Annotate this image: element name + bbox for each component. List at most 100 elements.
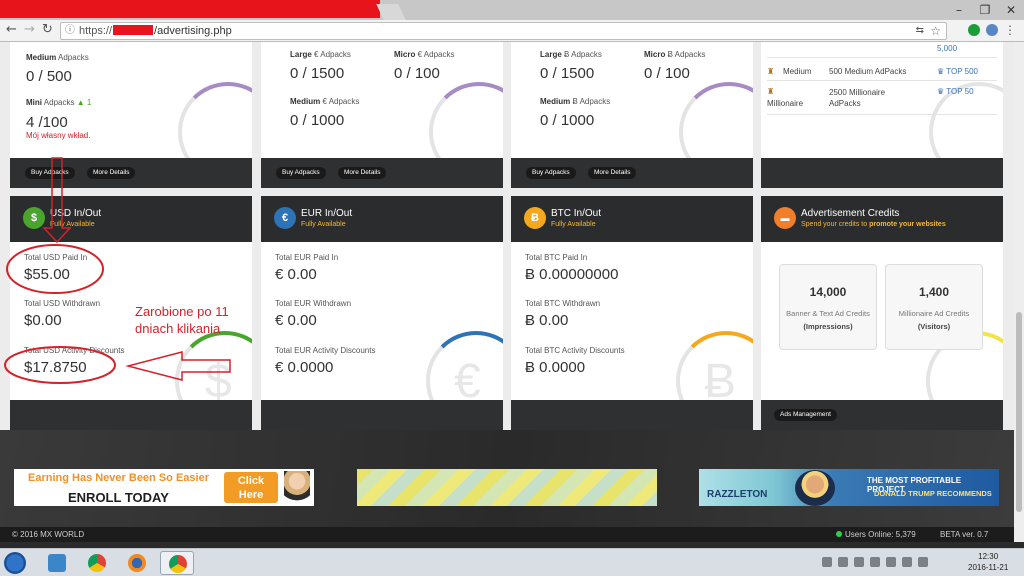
usd-paid-in-value: $55.00 — [24, 266, 70, 283]
online-dot-icon — [836, 531, 842, 537]
enroll-today-banner[interactable]: Earning Has Never Been So Easier ENROLL … — [14, 469, 314, 506]
media-player-icon — [48, 554, 66, 572]
more-details-button[interactable]: More Details — [87, 167, 136, 179]
eur-discounts-value: € 0.0000 — [275, 359, 334, 376]
minimize-button[interactable]: – — [946, 0, 972, 20]
new-tab-button[interactable] — [376, 4, 406, 20]
btc-paid-in-label: Total BTC Paid In — [525, 253, 588, 262]
adpacks-btc-footer: Buy Adpacks More Details — [511, 158, 753, 188]
bookmark-star-icon[interactable]: ☆ — [930, 23, 941, 39]
dollar-icon: $ — [23, 207, 45, 229]
page-content: Medium Adpacks 0 / 500 Mini Adpacks ▲ 1 … — [0, 42, 1014, 542]
trophy-icon: ♜ — [767, 87, 775, 96]
btc-withdrawn-value: Ƀ 0.00 — [525, 312, 569, 329]
razzleton-logo: RAZZLETON — [707, 489, 768, 500]
page-info-icon[interactable]: ⓘ — [65, 23, 75, 39]
address-bar[interactable]: ⓘ https:// /advertising.php ⇆ ☆ — [60, 22, 947, 40]
update-icon[interactable] — [854, 557, 864, 567]
windows-taskbar: 12:30 2016-11-21 — [0, 548, 1024, 576]
btc-card-header: Ƀ BTC In/Out Fully Available — [511, 196, 753, 242]
language-icon[interactable] — [918, 557, 928, 567]
eur-withdrawn-value: € 0.00 — [275, 312, 317, 329]
translate-icon[interactable]: ⇆ — [916, 23, 924, 39]
banner-credits-desc: Banner & Text Ad Credits (Impressions) — [786, 309, 870, 331]
taskbar-chrome-active[interactable] — [160, 551, 194, 575]
usd-card-subtitle: Fully Available — [50, 221, 95, 228]
tab-strip: – ❐ ✕ — [0, 0, 1024, 20]
maximize-button[interactable]: ❐ — [972, 0, 998, 20]
trophy-icon: ♜ — [767, 67, 775, 76]
users-online: Users Online: 5,379 — [836, 530, 916, 539]
eur-discounts-label: Total EUR Activity Discounts — [275, 346, 376, 355]
micro-btc-value: 0 / 100 — [644, 65, 690, 82]
adpacks-eur-footer: Buy Adpacks More Details — [261, 158, 503, 188]
buy-adpacks-button[interactable]: Buy Adpacks — [276, 167, 326, 179]
ad-credits-title: Advertisement Credits — [801, 208, 900, 219]
extension-green-icon[interactable] — [968, 24, 980, 36]
flag-icon[interactable] — [902, 557, 912, 567]
taskbar-chrome[interactable] — [80, 551, 114, 575]
enroll-banner-cta: ENROLL TODAY — [68, 490, 169, 505]
window-controls: – ❐ ✕ — [946, 0, 1024, 20]
eur-withdrawn-label: Total EUR Withdrawn — [275, 299, 352, 308]
menu-icon[interactable]: ⋮ — [1004, 23, 1016, 37]
more-details-button[interactable]: More Details — [338, 167, 387, 179]
ads-management-button[interactable]: Ads Management — [774, 409, 837, 421]
enroll-banner-headline: Earning Has Never Been So Easier — [28, 472, 209, 484]
btc-withdrawn-label: Total BTC Withdrawn — [525, 299, 601, 308]
scrollbar-thumb[interactable] — [1016, 312, 1022, 512]
euro-icon: € — [274, 207, 296, 229]
trophy-blue-icon: ♛ — [937, 87, 945, 96]
start-button[interactable] — [4, 552, 26, 574]
close-button[interactable]: ✕ — [998, 0, 1024, 20]
large-eur-label: Large € Adpacks — [290, 50, 351, 59]
extension-blue-icon[interactable] — [986, 24, 998, 36]
taskbar-firefox[interactable] — [120, 551, 154, 575]
trophy-blue-icon: ♛ — [937, 67, 945, 76]
tray-app-icon[interactable] — [822, 557, 832, 567]
steam-icon[interactable] — [838, 557, 848, 567]
click-here-button[interactable]: Click Here — [224, 472, 278, 503]
extension-icons: ⋮ — [968, 23, 1016, 37]
razzleton-banner[interactable]: RAZZLETON THE MOST PROFITABLE PROJECT DO… — [699, 469, 999, 506]
system-tray — [822, 557, 928, 567]
own-contribution-note: Mój własny wkład. — [26, 131, 91, 140]
reload-icon[interactable]: ↻ — [42, 22, 53, 37]
usd-card-header: $ USD In/Out Fully Available — [10, 196, 252, 242]
active-tab-redacted[interactable] — [0, 0, 380, 18]
top-value: 5,000 — [937, 44, 958, 53]
medium-adpacks-value: 0 / 500 — [26, 68, 72, 85]
ad-credits-subtitle: Spend your credits to promote your websi… — [801, 221, 946, 228]
ad-credits-footer: Ads Management — [761, 400, 1003, 430]
buy-adpacks-button[interactable]: Buy Adpacks — [25, 167, 75, 179]
btc-paid-in-value: Ƀ 0.00000000 — [525, 266, 619, 283]
network-icon[interactable] — [870, 557, 880, 567]
eur-card-title: EUR In/Out — [301, 208, 353, 219]
firefox-icon — [128, 554, 146, 572]
taskbar-clock[interactable]: 12:30 2016-11-21 — [968, 551, 1008, 573]
usd-withdrawn-label: Total USD Withdrawn — [24, 299, 101, 308]
forward-icon[interactable]: → — [24, 22, 35, 37]
credit-card-icon: ▬ — [774, 207, 796, 229]
yellow-ad-banner[interactable] — [357, 469, 657, 506]
taskbar-media-player[interactable] — [40, 551, 74, 575]
volume-icon[interactable] — [886, 557, 896, 567]
page-scrollbar[interactable] — [1014, 42, 1024, 542]
large-btc-label: Large Ƀ Adpacks — [540, 50, 602, 59]
eur-inout-card: € EUR In/Out Fully Available € Total EUR… — [261, 196, 503, 430]
url-path: /advertising.php — [154, 25, 232, 37]
usd-card-footer — [10, 400, 252, 430]
usd-withdrawn-value: $0.00 — [24, 312, 62, 329]
ranking-footer — [761, 158, 1003, 188]
buy-adpacks-button[interactable]: Buy Adpacks — [526, 167, 576, 179]
url-scheme: https:// — [79, 25, 113, 37]
eur-card-header: € EUR In/Out Fully Available — [261, 196, 503, 242]
chrome-icon — [88, 554, 106, 572]
ad-credits-header: ▬ Advertisement Credits Spend your credi… — [761, 196, 1003, 242]
eur-card-footer — [261, 400, 503, 430]
back-icon[interactable]: ← — [6, 22, 17, 37]
micro-eur-value: 0 / 100 — [394, 65, 440, 82]
more-details-button[interactable]: More Details — [588, 167, 637, 179]
large-eur-value: 0 / 1500 — [290, 65, 345, 82]
medium-adpacks-label: Medium Adpacks — [26, 53, 89, 62]
